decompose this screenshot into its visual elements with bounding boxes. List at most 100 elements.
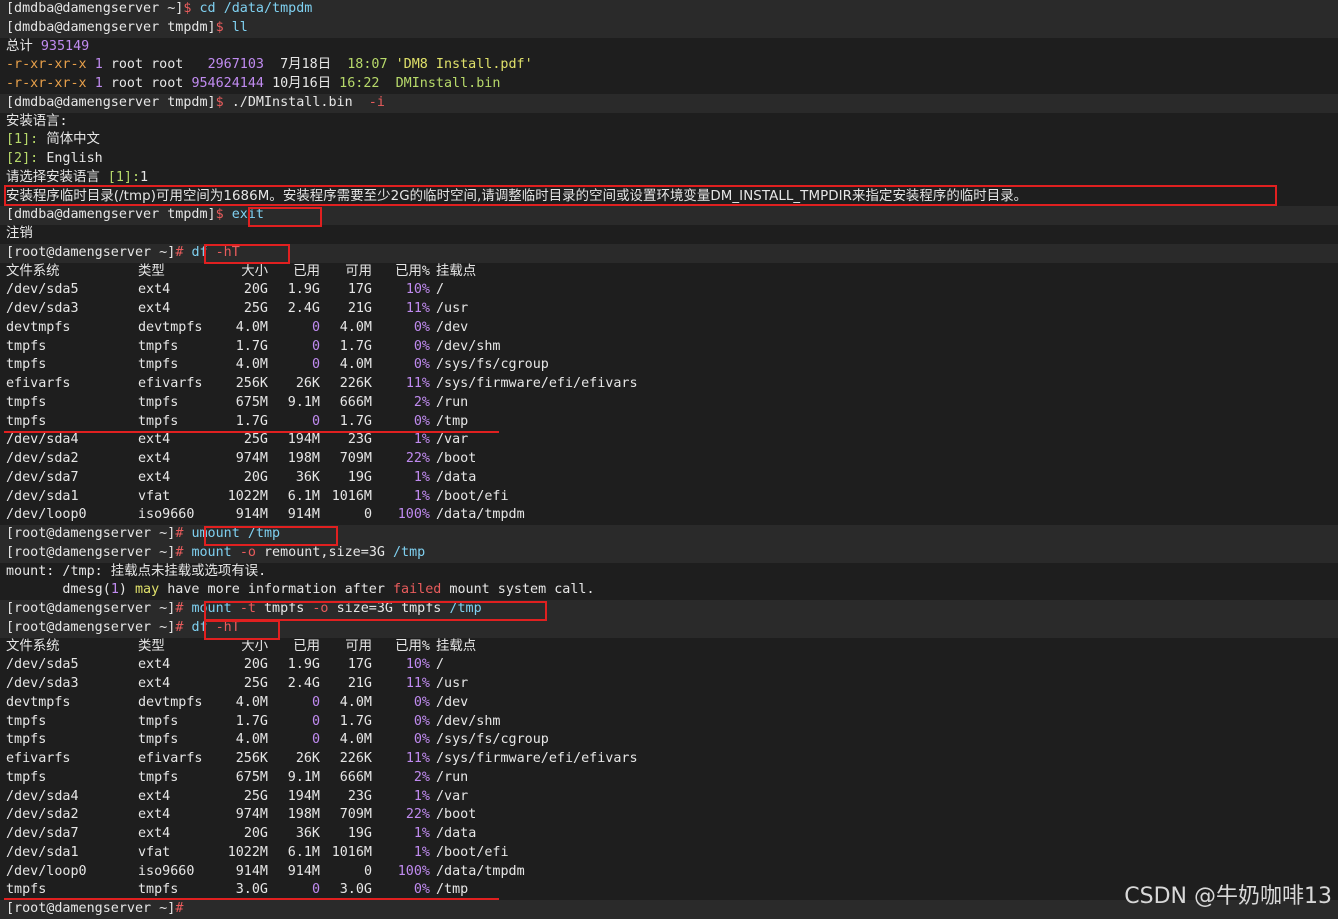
file-owner: root [110,57,144,73]
install-option-1: [1]: 简体中文 [0,131,1338,150]
prompt: [dmdba@damengserver tmpdm] [6,94,216,110]
df-type: iso9660 [138,507,195,523]
df-fs: /dev/sda4 [6,788,79,804]
command: df [191,244,208,260]
df-mount: /data [436,469,477,485]
df-avail: 23G [347,432,372,448]
command: mount [191,601,232,616]
df-used: 0 [311,694,320,710]
df-row: /dev/sda1 vfat 1022M 6.1M 1016M 1% /boot/efi [0,488,1338,507]
header-type: 类型 [138,638,165,654]
df-size: 1.7G [235,713,268,729]
logout-text: 注销 [6,226,33,241]
file-size: 954624144 [191,76,264,91]
prompt-line-mount-tmpfs: [root@damengserver ~]# mount -t tmpfs -o… [0,600,1338,619]
df-size: 20G [243,657,268,673]
df-used: 6.1M [287,488,320,504]
df-size: 4.0M [235,694,268,710]
terminal-output[interactable]: [dmdba@damengserver ~]$ cd /data/tmpdm [… [0,0,1338,919]
df-mount: /data/tmpdm [436,507,525,523]
df-fs: tmpfs [6,882,47,898]
df-mount: /run [436,394,469,410]
prompt: [root@damengserver ~] [6,901,176,916]
df-row: tmpfs tmpfs 1.7G 0 1.7G 0% /dev/shm [0,338,1338,357]
prompt-line-df: [root@damengserver ~]# df -hT [0,243,1338,263]
df-size: 675M [235,769,268,785]
df-size: 25G [243,788,268,804]
df-row: efivarfs efivarfs 256K 26K 226K 11% /sys/firmw… [0,375,1338,394]
header-mount: 挂载点 [436,638,477,654]
df-used: 1.9G [287,282,320,298]
df-type: devtmpfs [138,319,203,335]
df-mount: /dev/shm [436,338,501,354]
df-avail: 709M [339,451,372,466]
df-used: 2.4G [287,676,320,691]
df-type: ext4 [138,432,171,448]
df-pct: 0% [413,713,430,729]
df-row: /dev/sda3 ext4 25G 2.4G 21G 11% /usr [0,675,1338,694]
df-type: ext4 [138,657,171,673]
prompt-line-cd: [dmdba@damengserver ~]$ cd /data/tmpdm [0,0,1338,19]
command: cd [199,1,216,16]
header-size: 大小 [241,638,268,654]
df-row: devtmpfs devtmpfs 4.0M 0 4.0M 0% /dev [0,694,1338,713]
df-pct: 11% [405,676,430,691]
prompt-symbol: $ [215,207,224,223]
df-used: 26K [295,376,320,391]
df-avail: 666M [339,394,372,410]
df-fs: tmpfs [6,394,47,410]
df-mount: /boot [436,807,477,823]
df-pct: 11% [405,301,430,316]
prompt-line-ll: [dmdba@damengserver tmpdm]$ ll [0,18,1338,38]
df-fs: /dev/sda2 [6,807,79,823]
df-pct: 22% [405,451,430,466]
df-pct: 0% [413,357,430,373]
df-fs: /dev/sda7 [6,469,79,485]
df-mount: /sys/firmware/efi/efivars [436,376,638,391]
option-key: [1]: [6,132,39,148]
prompt-line-install: [dmdba@damengserver tmpdm]$ ./DMInstall.… [0,93,1338,113]
command-arg: /tmp [449,601,482,616]
df-row: tmpfs tmpfs 1.7G 0 1.7G 0% /tmp [0,413,1338,432]
df-avail: 226K [339,376,372,391]
prompt: [dmdba@damengserver ~] [6,1,184,16]
df-row: /dev/sda1 vfat 1022M 6.1M 1016M 1% /boot/efi [0,844,1338,863]
df-used: 36K [295,469,320,485]
prompt: [root@damengserver ~] [6,526,176,541]
df-size: 1.7G [235,338,268,354]
df-size: 914M [235,507,268,523]
df-row: /dev/sda2 ext4 974M 198M 709M 22% /boot [0,450,1338,469]
file-day: 16日 [301,76,332,91]
df-pct: 22% [405,807,430,823]
df-avail: 0 [363,507,372,523]
command-arg: /data/tmpdm [223,1,313,16]
choose-label: 请选择安装语言 [6,169,100,185]
df-size: 25G [243,676,268,691]
command-option: -o [312,601,329,616]
header-pct: 已用% [395,638,430,654]
command-arg: /tmp [247,526,281,541]
file-time: 16:22 [339,76,380,91]
file-permissions: -r-xr-xr-x [6,57,87,73]
df-avail: 17G [347,657,372,673]
df-row: tmpfs tmpfs 4.0M 0 4.0M 0% /sys/fs/cgroup [0,356,1338,375]
command-arg: size= [336,601,377,616]
df-avail: 1016M [331,488,372,504]
df-fs: /dev/loop0 [6,507,87,523]
df-used: 0 [311,357,320,373]
df-avail: 4.0M [339,732,372,748]
df-size: 1022M [227,844,268,860]
err-may: may [135,582,160,598]
header-avail: 可用 [345,263,372,279]
df-mount: /sys/fs/cgroup [436,732,549,748]
df-type: tmpfs [138,882,179,898]
df-pct: 0% [413,338,430,354]
df-size: 4.0M [235,732,268,748]
err-text: have more information after [159,582,393,598]
ll-row: -r-xr-xr-x 1 root root 954624144 10月16日 … [0,75,1338,94]
command-option: -o [239,544,256,560]
header-pct: 已用% [395,263,430,279]
command: umount [191,526,240,541]
command-arg: remount,size= [264,544,369,560]
prompt-symbol: $ [215,19,224,35]
